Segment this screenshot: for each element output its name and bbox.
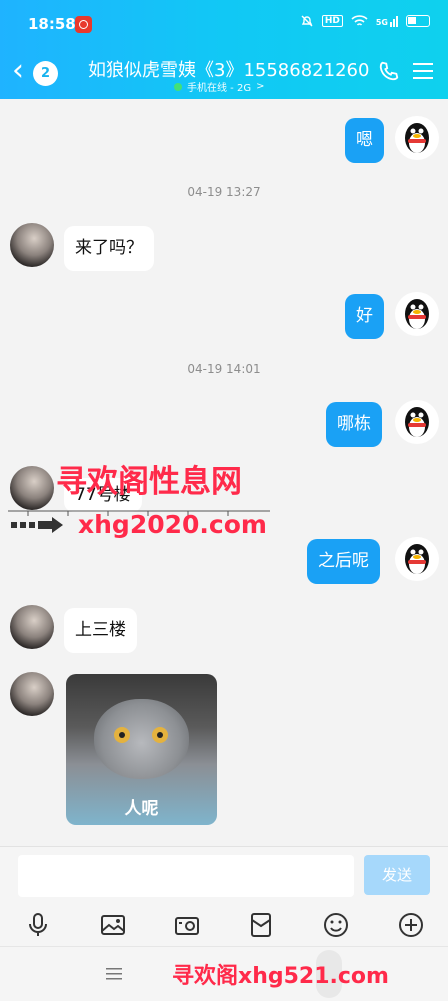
sticker-caption: 人呢 xyxy=(124,799,159,819)
watermark-top: 寻欢阁性息网 xyxy=(56,464,242,500)
nav-menu-icon[interactable] xyxy=(106,967,122,981)
penguin-avatar[interactable] xyxy=(395,400,439,444)
online-status[interactable]: 手机在线 - 2G > xyxy=(174,79,264,94)
back-arrow-icon[interactable]: ‹ xyxy=(12,56,24,86)
penguin-avatar[interactable] xyxy=(395,292,439,336)
penguin-icon xyxy=(405,407,429,437)
status-time: 18:58 xyxy=(28,15,76,33)
emoji-icon[interactable] xyxy=(322,911,350,939)
message-bubble-sent[interactable]: 之后呢 xyxy=(307,539,380,584)
phone-call-icon[interactable] xyxy=(378,60,400,82)
timestamp: 04-19 14:01 xyxy=(187,362,261,376)
cat-eye xyxy=(152,727,168,743)
red-packet-icon[interactable] xyxy=(247,911,275,939)
message-input[interactable] xyxy=(18,855,354,897)
unread-count-badge[interactable]: 2 xyxy=(33,61,58,86)
cat-eye xyxy=(114,727,130,743)
mute-bell-icon xyxy=(301,15,313,27)
microphone-icon[interactable] xyxy=(24,911,52,939)
signal-icon: 5G xyxy=(376,15,398,27)
message-bubble-sent[interactable]: 嗯 xyxy=(345,118,384,163)
plus-icon[interactable] xyxy=(397,911,425,939)
hd-icon: HD xyxy=(321,15,343,27)
chat-header: 18:58 HD 5G ‹ 2 如狼似虎雪姨《3》15586821260 手机在… xyxy=(0,0,448,99)
app-notification-icon xyxy=(75,16,92,33)
cat-face xyxy=(94,699,189,779)
contact-avatar[interactable] xyxy=(10,223,54,267)
status-bar: 18:58 HD 5G xyxy=(0,0,448,46)
wifi-icon xyxy=(351,14,368,26)
message-bubble-received[interactable]: 上三楼 xyxy=(64,608,137,653)
penguin-avatar[interactable] xyxy=(395,116,439,160)
penguin-avatar[interactable] xyxy=(395,537,439,581)
menu-icon[interactable] xyxy=(413,62,433,80)
online-dot-icon xyxy=(174,82,182,91)
contact-avatar[interactable] xyxy=(10,672,54,716)
online-status-text: 手机在线 - 2G xyxy=(187,83,252,94)
timestamp: 04-19 13:27 xyxy=(187,185,261,199)
camera-icon[interactable] xyxy=(173,911,201,939)
watermark-middle: xhg2020.com xyxy=(78,510,267,539)
message-bubble-sent[interactable]: 哪栋 xyxy=(326,402,382,447)
penguin-icon xyxy=(405,123,429,153)
chevron-right-icon: > xyxy=(256,81,265,92)
image-icon[interactable] xyxy=(99,911,127,939)
battery-icon xyxy=(406,15,430,27)
status-icons: HD 5G xyxy=(300,14,430,28)
send-button[interactable]: 发送 xyxy=(364,855,430,895)
message-bubble-sent[interactable]: 好 xyxy=(345,294,384,339)
message-bubble-received[interactable]: 来了吗？ xyxy=(64,226,154,271)
watermark-bottom: 寻欢阁xhg521.com xyxy=(172,964,389,989)
contact-avatar[interactable] xyxy=(10,605,54,649)
cat-sticker-image[interactable]: 人呢 xyxy=(66,674,217,825)
penguin-icon xyxy=(405,544,429,574)
contact-avatar[interactable] xyxy=(10,466,54,510)
penguin-icon xyxy=(405,299,429,329)
